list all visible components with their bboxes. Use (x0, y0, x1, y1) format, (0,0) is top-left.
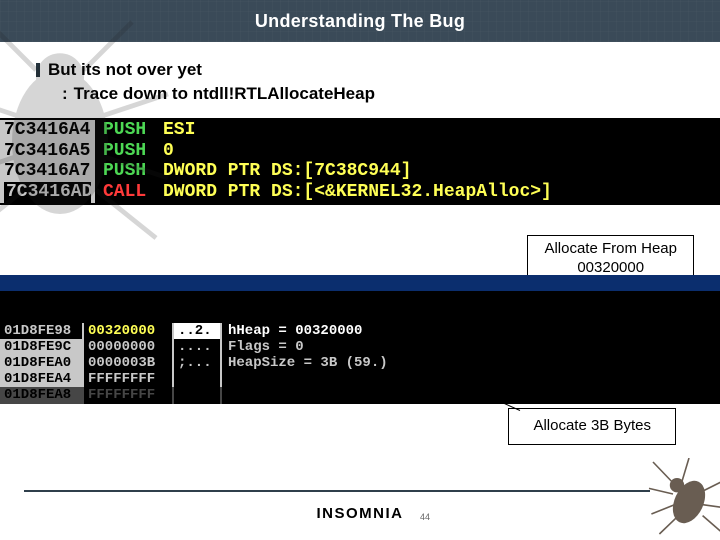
stack-ascii: .... (172, 339, 220, 355)
disasm-operand: DWORD PTR DS:[7C38C944] (163, 161, 411, 182)
callout-heap-line1: Allocate From Heap (544, 240, 677, 259)
disasm-operand: ESI (163, 120, 195, 141)
stack-symbol: Flags = 0 (220, 339, 308, 355)
stack-symbol: hHeap = 00320000 (220, 323, 366, 339)
disasm-row: 7C3416A4PUSHESI (0, 120, 720, 141)
stack-symbol (220, 371, 232, 387)
stack-value: 00000000 (82, 339, 172, 355)
cockroach-decor-small (640, 458, 720, 538)
disasm-addr: 7C3416A4 (0, 120, 95, 141)
stack-value: FFFFFFFF (82, 387, 172, 403)
bullet-colon-icon: : (62, 84, 68, 103)
disasm-addr: 7C3416A5 (0, 141, 95, 162)
stack-row: 01D8FE9800320000..2.hHeap = 00320000 (0, 323, 720, 339)
stack-addr: 01D8FEA8 (0, 387, 82, 403)
page-number: 44 (420, 512, 430, 522)
disasm-row: 7C3416A5PUSH0 (0, 141, 720, 162)
stack-addr: 01D8FEA4 (0, 371, 82, 387)
bullet-main: But its not over yet (36, 60, 692, 80)
stack-ascii (172, 371, 220, 387)
disassembly-block: 7C3416A4PUSHESI7C3416A5PUSH07C3416A7PUSH… (0, 118, 720, 205)
bullet-bar-icon (36, 63, 40, 77)
stack-ascii (172, 387, 220, 403)
slide-title-bar: Understanding The Bug (0, 0, 720, 42)
stack-value: 0000003B (82, 355, 172, 371)
stack-addr: 01D8FEA0 (0, 355, 82, 371)
disasm-operand: DWORD PTR DS:[<&KERNEL32.HeapAlloc>] (163, 182, 552, 203)
stack-value: FFFFFFFF (82, 371, 172, 387)
disasm-operand: 0 (163, 141, 174, 162)
disasm-row: 7C3416ADCALLDWORD PTR DS:[<&KERNEL32.Hea… (0, 182, 720, 203)
disasm-mnemonic: PUSH (95, 120, 163, 141)
callout-bytes-line1: Allocate 3B Bytes (533, 417, 651, 436)
stack-ascii: ..2. (172, 323, 220, 339)
bullet-main-text: But its not over yet (48, 60, 202, 80)
stack-ascii: ;... (172, 355, 220, 371)
bullet-sub-text: Trace down to ntdll!RTLAllocateHeap (74, 84, 375, 103)
disasm-mnemonic: PUSH (95, 141, 163, 162)
disasm-mnemonic: CALL (95, 182, 163, 203)
stack-row: 01D8FEA4FFFFFFFF (0, 371, 720, 387)
disasm-row: 7C3416A7PUSHDWORD PTR DS:[7C38C944] (0, 161, 720, 182)
footer-divider (24, 490, 650, 492)
brand-label: INSOMNIA (0, 505, 720, 522)
callout-bytes: Allocate 3B Bytes (508, 408, 676, 445)
bullet-sub: : Trace down to ntdll!RTLAllocateHeap (62, 84, 692, 104)
stack-symbol: HeapSize = 3B (59.) (220, 355, 392, 371)
stack-symbol (220, 387, 232, 403)
disasm-addr: 7C3416A7 (0, 161, 95, 182)
stack-addr: 01D8FE9C (0, 339, 82, 355)
stack-row: 01D8FEA00000003B;...HeapSize = 3B (59.) (0, 355, 720, 371)
stack-addr: 01D8FE98 (0, 323, 82, 339)
disasm-addr: 7C3416AD (0, 182, 95, 203)
stack-dump-block: 01D8FE9800320000..2.hHeap = 0032000001D8… (0, 275, 720, 404)
stack-value: 00320000 (82, 323, 172, 339)
stack-row: 01D8FEA8FFFFFFFF (0, 387, 720, 403)
stack-row: 01D8FE9C00000000....Flags = 0 (0, 339, 720, 355)
slide-title: Understanding The Bug (255, 11, 465, 32)
disasm-mnemonic: PUSH (95, 161, 163, 182)
